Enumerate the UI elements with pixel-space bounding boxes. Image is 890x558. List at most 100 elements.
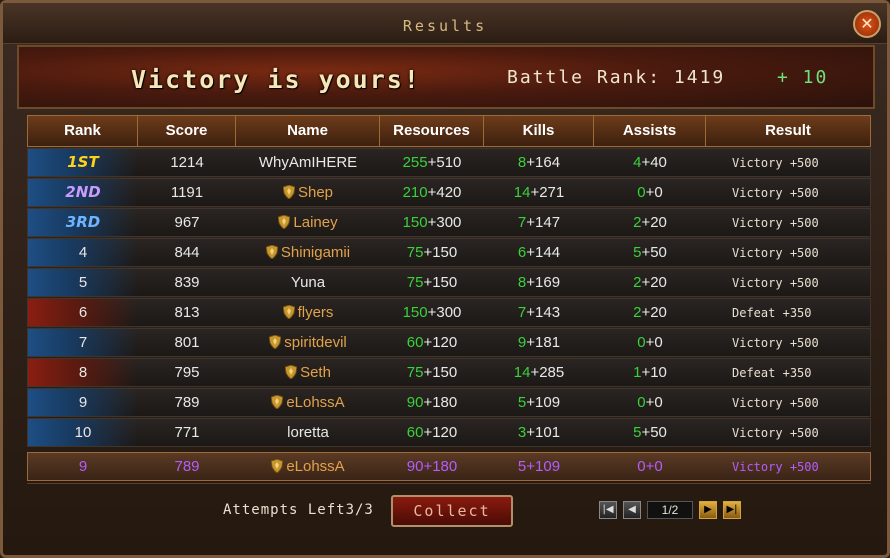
resources-cell: 150+300 <box>380 214 484 231</box>
resources-cell: 75+150 <box>380 244 484 261</box>
results-window: Results ✕ Victory is yours! Battle Rank:… <box>0 0 890 558</box>
result-cell: Defeat +350 <box>706 366 870 380</box>
self-row-container: 9 789 eLohssA 90+180 5+109 0+0 Victory +500 <box>27 452 871 481</box>
prev-page-button[interactable]: ◀ <box>623 501 641 519</box>
name-cell[interactable]: WhyAmIHERE <box>236 154 380 171</box>
rank-value: 9 <box>78 394 88 411</box>
table-row: 4 844 Shinigamii 75+150 6+144 5+50 Victory +50… <box>27 238 871 267</box>
rank-cell: 2ND <box>28 179 138 206</box>
name-cell[interactable]: eLohssA <box>236 458 380 475</box>
header-name: Name <box>236 116 380 146</box>
kills-cell: 14+271 <box>484 184 594 201</box>
close-icon[interactable]: ✕ <box>853 10 881 38</box>
result-text: Defeat <box>732 305 776 320</box>
result-bonus: +350 <box>782 365 812 380</box>
victory-headline: Victory is yours! <box>131 65 421 94</box>
result-bonus: +500 <box>789 425 819 440</box>
assists-bonus: +0 <box>645 184 663 201</box>
name-cell[interactable]: spiritdevil <box>236 334 380 351</box>
results-table: Rank Score Name Resources Kills Assists … <box>27 115 871 481</box>
result-text: Victory <box>732 155 783 170</box>
assists-cell: 0+0 <box>594 394 706 411</box>
name-cell[interactable]: Seth <box>236 364 380 381</box>
result-bonus: +500 <box>789 275 819 290</box>
kills-bonus: +143 <box>526 304 561 321</box>
last-page-button[interactable]: ▶| <box>723 501 741 519</box>
kills-bonus: +164 <box>526 154 561 171</box>
player-name: Seth <box>300 364 331 381</box>
page-indicator: 1/2 <box>647 501 693 519</box>
name-cell[interactable]: Shinigamii <box>236 244 380 261</box>
result-bonus: +500 <box>789 155 819 170</box>
resources-bonus: +120 <box>423 424 458 441</box>
result-cell: Victory +500 <box>706 426 870 440</box>
result-cell: Victory +500 <box>706 336 870 350</box>
next-page-button[interactable]: ▶ <box>699 501 717 519</box>
player-name: eLohssA <box>286 394 345 411</box>
assists-cell: 1+10 <box>594 364 706 381</box>
assists-cell: 2+20 <box>594 214 706 231</box>
header-resources: Resources <box>380 116 484 146</box>
result-bonus: +500 <box>789 459 819 474</box>
assists-bonus: +0 <box>645 334 663 351</box>
resources-cell: 255+510 <box>380 154 484 171</box>
result-cell: Victory +500 <box>706 396 870 410</box>
score-cell: 1214 <box>170 154 204 171</box>
resources-base: 210 <box>402 184 428 201</box>
player-name: flyers <box>297 304 334 321</box>
name-cell[interactable]: Shep <box>236 184 380 201</box>
kills-bonus: +109 <box>526 394 561 411</box>
name-cell[interactable]: eLohssA <box>236 394 380 411</box>
name-cell[interactable]: loretta <box>236 424 380 441</box>
resources-base: 90 <box>406 394 424 411</box>
resources-bonus: +180 <box>423 458 458 475</box>
assists-cell: 5+50 <box>594 424 706 441</box>
kills-base: 9 <box>517 334 527 351</box>
table-row: 9 789 eLohssA 90+180 5+109 0+0 Victory +500 <box>27 388 871 417</box>
player-name: Shep <box>297 184 334 201</box>
victory-banner: Victory is yours! Battle Rank: 1419 + 10 <box>17 45 875 109</box>
battle-rank-label: Battle Rank: <box>507 67 662 88</box>
rank-cell: 5 <box>28 269 138 296</box>
collect-button[interactable]: Collect <box>391 495 513 527</box>
resources-bonus: +150 <box>423 364 458 381</box>
result-text: Victory <box>732 215 783 230</box>
kills-base: 6 <box>517 244 527 261</box>
name-cell[interactable]: Yuna <box>236 274 380 291</box>
kills-bonus: +285 <box>530 364 565 381</box>
result-bonus: +500 <box>789 335 819 350</box>
rank-cell: 10 <box>28 419 138 446</box>
assists-cell: 0+0 <box>594 458 706 475</box>
rank-value: 7 <box>78 334 88 351</box>
kills-bonus: +181 <box>526 334 561 351</box>
table-row: 10 771 loretta 60+120 3+101 5+50 Victory +500 <box>27 418 871 447</box>
guild-shield-icon <box>282 305 295 319</box>
resources-bonus: +150 <box>423 244 458 261</box>
result-text: Victory <box>732 275 783 290</box>
rank-cell: 7 <box>28 329 138 356</box>
result-text: Defeat <box>732 365 776 380</box>
name-cell[interactable]: flyers <box>236 304 380 321</box>
table-row: 1ST 1214 WhyAmIHERE 255+510 8+164 4+40 Victory… <box>27 148 871 177</box>
result-text: Victory <box>732 245 783 260</box>
kills-cell: 6+144 <box>484 244 594 261</box>
result-cell: Victory +500 <box>706 460 870 474</box>
score-cell: 771 <box>174 424 200 441</box>
rank-value: 1ST <box>67 153 99 171</box>
first-page-button[interactable]: |◀ <box>599 501 617 519</box>
assists-cell: 0+0 <box>594 184 706 201</box>
resources-cell: 60+120 <box>380 334 484 351</box>
resources-base: 150 <box>402 214 428 231</box>
name-cell[interactable]: Lainey <box>236 214 380 231</box>
rank-cell: 4 <box>28 239 138 266</box>
assists-bonus: +20 <box>641 274 667 291</box>
player-name: Yuna <box>290 274 326 291</box>
table-row: 2ND 1191 Shep 210+420 14+271 0+0 Victory +500 <box>27 178 871 207</box>
player-name: eLohssA <box>286 458 345 475</box>
kills-cell: 9+181 <box>484 334 594 351</box>
resources-base: 255 <box>402 154 428 171</box>
kills-base: 5 <box>517 458 527 475</box>
header-assists: Assists <box>594 116 706 146</box>
kills-cell: 7+147 <box>484 214 594 231</box>
kills-base: 8 <box>517 274 527 291</box>
